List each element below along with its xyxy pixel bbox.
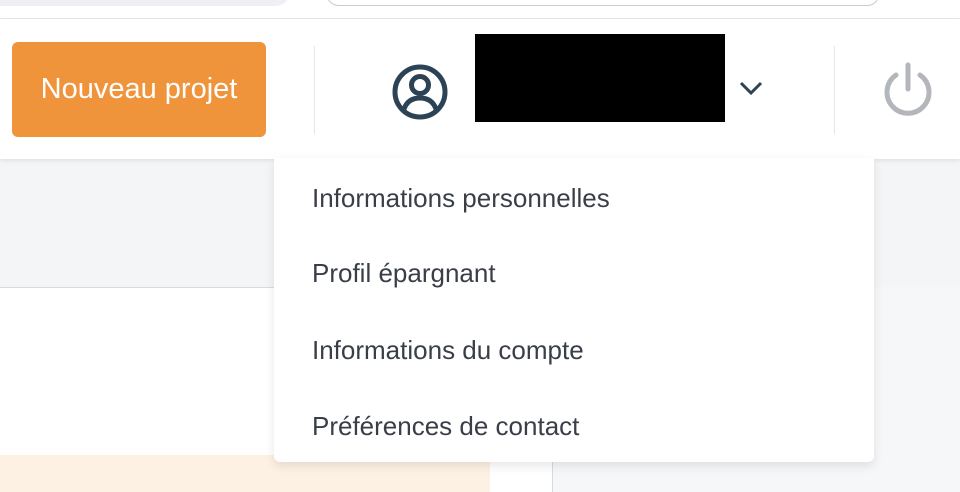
- header-divider: [314, 46, 315, 134]
- user-menu-dropdown: Informations personnelles Profil épargna…: [274, 158, 874, 462]
- chevron-down-icon[interactable]: [736, 77, 766, 99]
- menu-item-account-info[interactable]: Informations du compte: [312, 330, 584, 370]
- new-project-button[interactable]: Nouveau projet: [12, 42, 266, 137]
- power-icon[interactable]: [879, 61, 937, 119]
- top-strip: [0, 0, 960, 19]
- user-circle-icon[interactable]: [392, 64, 448, 120]
- header-divider-right: [834, 46, 835, 134]
- header-bar: Nouveau projet: [0, 19, 960, 159]
- search-bar-outline[interactable]: [326, 0, 880, 6]
- menu-item-contact-preferences[interactable]: Préférences de contact: [312, 406, 579, 446]
- menu-item-saver-profile[interactable]: Profil épargnant: [312, 253, 496, 293]
- menu-item-personal-info[interactable]: Informations personnelles: [312, 178, 610, 218]
- user-name[interactable]: [475, 34, 725, 122]
- top-left-pill: [0, 0, 290, 6]
